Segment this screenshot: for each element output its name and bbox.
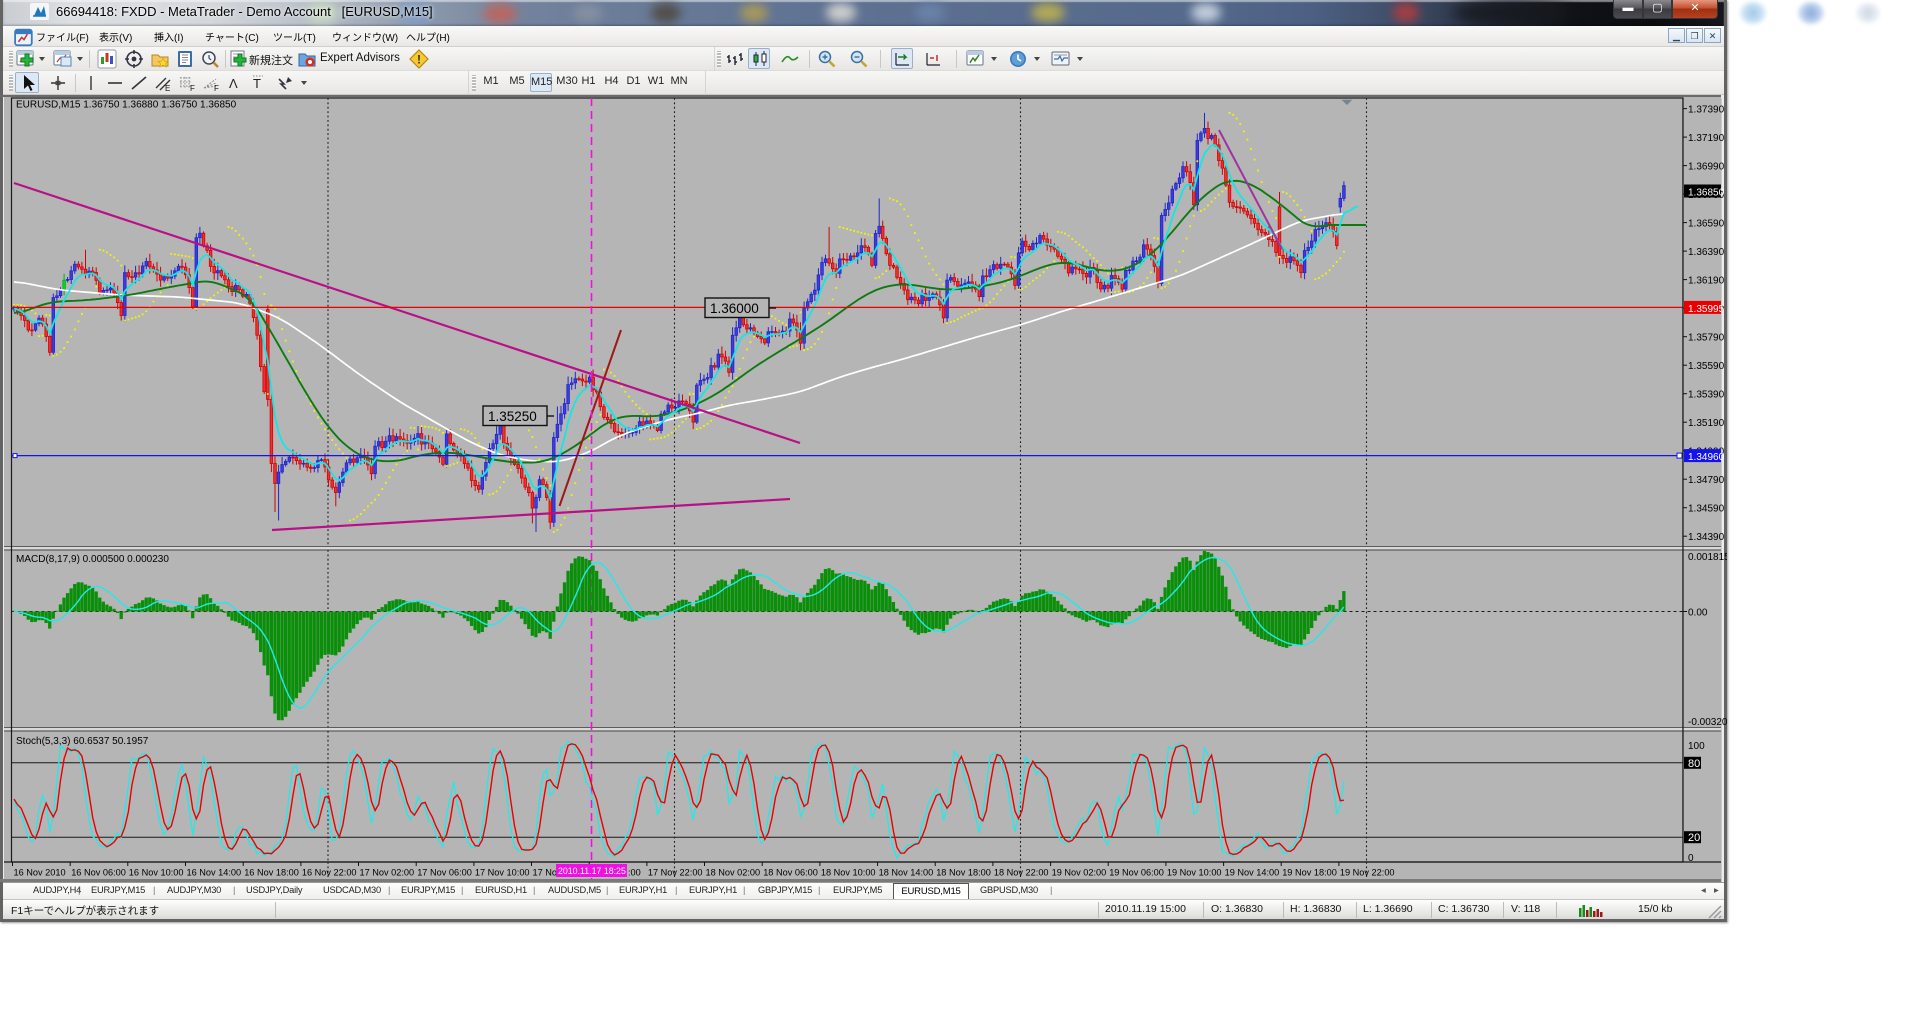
- svg-text:1.35995: 1.35995: [1688, 304, 1725, 315]
- svg-text:1.35590: 1.35590: [1688, 361, 1725, 372]
- svg-text:16 Nov 2010: 16 Nov 2010: [14, 868, 66, 878]
- svg-text:Λ: Λ: [229, 76, 238, 91]
- svg-text:E: E: [165, 84, 170, 93]
- svg-text:1.34790: 1.34790: [1688, 475, 1725, 486]
- svg-text:18 Nov 02:00: 18 Nov 02:00: [706, 868, 761, 878]
- svg-text:18 Nov 22:00: 18 Nov 22:00: [994, 868, 1049, 878]
- svg-text:17 Nov 02:00: 17 Nov 02:00: [360, 868, 415, 878]
- svg-text:1.37190: 1.37190: [1688, 133, 1725, 144]
- svg-text:2010.11.17 18:25: 2010.11.17 18:25: [558, 866, 626, 876]
- svg-text:16 Nov 22:00: 16 Nov 22:00: [302, 868, 357, 878]
- svg-text:16 Nov 10:00: 16 Nov 10:00: [129, 868, 184, 878]
- svg-text:!: !: [417, 53, 421, 67]
- svg-text:0.00: 0.00: [1688, 608, 1708, 619]
- svg-text:16 Nov 06:00: 16 Nov 06:00: [71, 868, 126, 878]
- svg-text:Stoch(5,3,3) 60.6537 50.1957: Stoch(5,3,3) 60.6537 50.1957: [16, 736, 149, 747]
- svg-text:20: 20: [1688, 832, 1700, 844]
- svg-text:17 Nov 06:00: 17 Nov 06:00: [417, 868, 472, 878]
- svg-text:19 Nov 10:00: 19 Nov 10:00: [1167, 868, 1222, 878]
- svg-text:1.35790: 1.35790: [1688, 333, 1725, 344]
- svg-text:EURUSD,M15 1.36750 1.36880 1.: EURUSD,M15 1.36750 1.36880 1.36750 1.368…: [16, 100, 237, 111]
- svg-text:1.36190: 1.36190: [1688, 276, 1725, 287]
- svg-text:1.37390: 1.37390: [1688, 105, 1725, 116]
- svg-text:18 Nov 14:00: 18 Nov 14:00: [879, 868, 934, 878]
- svg-text:1.36390: 1.36390: [1688, 247, 1725, 258]
- svg-text:17 Nov 22:00: 17 Nov 22:00: [648, 868, 703, 878]
- svg-text:1.36590: 1.36590: [1688, 219, 1725, 230]
- svg-text:19 Nov 18:00: 19 Nov 18:00: [1282, 868, 1337, 878]
- svg-text:17 No: 17 No: [533, 868, 558, 878]
- svg-text:1.35250: 1.35250: [488, 409, 537, 424]
- svg-text:F: F: [190, 84, 195, 93]
- svg-text:1.36990: 1.36990: [1688, 162, 1725, 173]
- svg-text:1.35190: 1.35190: [1688, 418, 1725, 429]
- svg-text:1.36000: 1.36000: [710, 301, 759, 316]
- svg-text:1.35390: 1.35390: [1688, 390, 1725, 401]
- svg-text:80: 80: [1688, 758, 1700, 770]
- svg-text:16 Nov 18:00: 16 Nov 18:00: [244, 868, 299, 878]
- svg-text:100: 100: [1688, 741, 1705, 752]
- svg-text:18 Nov 10:00: 18 Nov 10:00: [821, 868, 876, 878]
- svg-text:0.001815: 0.001815: [1688, 552, 1727, 563]
- svg-text::00: :00: [628, 868, 641, 878]
- svg-text:1.36850: 1.36850: [1688, 188, 1725, 199]
- svg-text:T: T: [253, 76, 261, 91]
- svg-text:19 Nov 22:00: 19 Nov 22:00: [1340, 868, 1395, 878]
- svg-text:1.34960: 1.34960: [1688, 452, 1725, 463]
- svg-text:-0.00320: -0.00320: [1688, 717, 1727, 728]
- svg-text:17 Nov 10:00: 17 Nov 10:00: [475, 868, 530, 878]
- svg-text:1.34390: 1.34390: [1688, 532, 1725, 543]
- svg-text:MACD(8,17,9) 0.000500 0.000230: MACD(8,17,9) 0.000500 0.000230: [16, 554, 169, 565]
- svg-text:19 Nov 06:00: 19 Nov 06:00: [1109, 868, 1164, 878]
- svg-text:18 Nov 18:00: 18 Nov 18:00: [936, 868, 991, 878]
- svg-text:19 Nov 02:00: 19 Nov 02:00: [1052, 868, 1107, 878]
- svg-text:19 Nov 14:00: 19 Nov 14:00: [1225, 868, 1280, 878]
- svg-text:F: F: [214, 84, 219, 93]
- svg-text:1.34590: 1.34590: [1688, 504, 1725, 515]
- svg-text:16 Nov 14:00: 16 Nov 14:00: [187, 868, 242, 878]
- svg-text:18 Nov 06:00: 18 Nov 06:00: [763, 868, 818, 878]
